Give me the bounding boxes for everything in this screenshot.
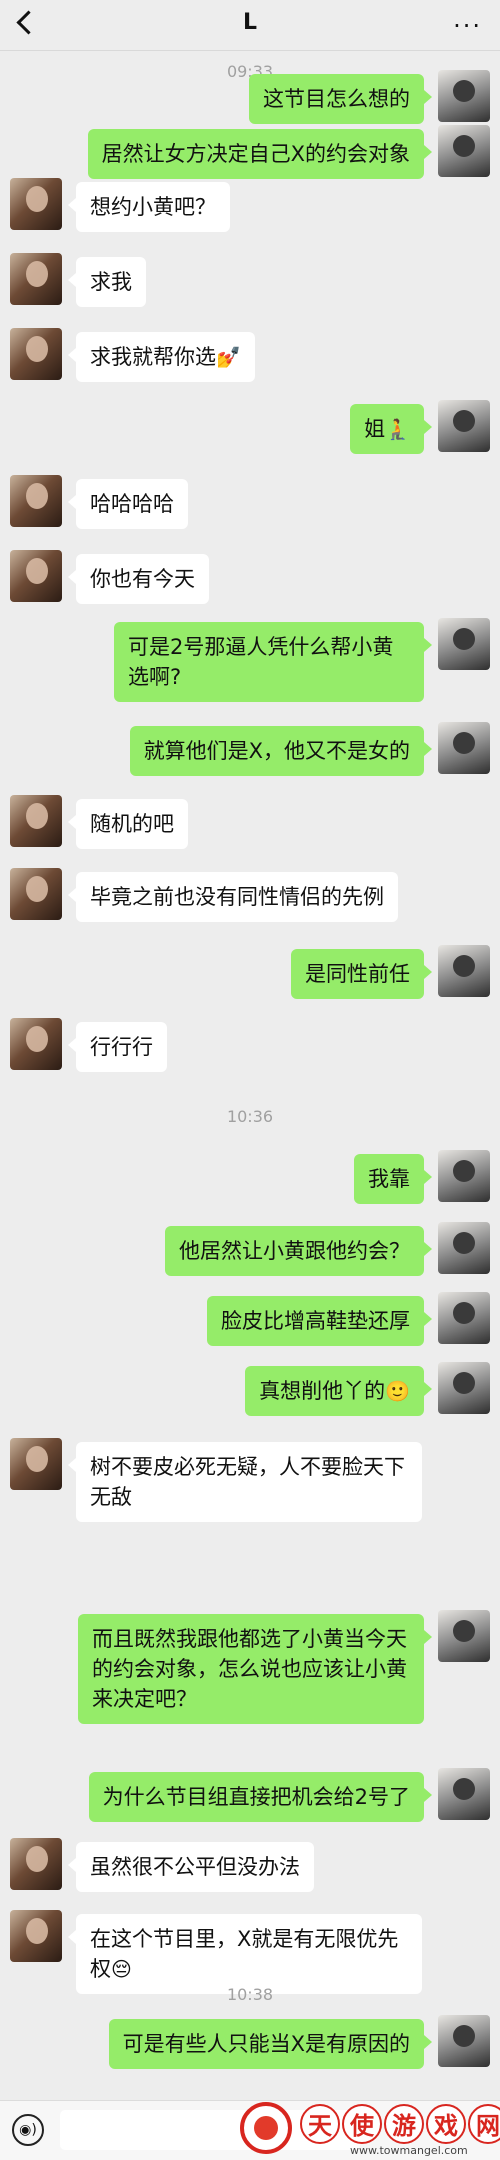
avatar-contact[interactable] [10, 1910, 62, 1962]
avatar-contact[interactable] [10, 1838, 62, 1890]
message-text: 姐 [364, 417, 386, 441]
chat-header: L ··· [0, 0, 500, 51]
message-bubble[interactable]: 就算他们是X，他又不是女的 [129, 726, 433, 776]
avatar-contact[interactable] [10, 475, 62, 527]
message-bubble[interactable]: 树不要皮必死无疑，人不要脸天下无敌 [68, 1442, 422, 1522]
watermark-char: 游 [384, 2104, 424, 2144]
message-bubble[interactable]: 毕竟之前也没有同性情侣的先例 [68, 872, 398, 922]
message-text: 真想削他丫的 [259, 1379, 386, 1403]
message-bubble[interactable]: 随机的吧 [68, 799, 188, 849]
avatar-contact[interactable] [10, 868, 62, 920]
message-bubble[interactable]: 可是有些人只能当X是有原因的 [108, 2019, 433, 2069]
avatar-contact[interactable] [10, 178, 62, 230]
watermark-url: www.towmangel.com [350, 2144, 468, 2157]
message-text: 在这个节目里，X就是有无限优先权 [90, 1927, 399, 1981]
avatar-contact[interactable] [10, 550, 62, 602]
message-bubble[interactable]: 为什么节目组直接把机会给2号了 [88, 1772, 433, 1822]
avatar-contact[interactable] [10, 1018, 62, 1070]
message-bubble[interactable]: 姐🧎 [350, 404, 432, 454]
message-bubble[interactable]: 你也有今天 [68, 554, 209, 604]
message-bubble[interactable]: 真想削他丫的🙂 [245, 1366, 432, 1416]
avatar-self[interactable] [438, 1150, 490, 1202]
message-bubble[interactable]: 求我 [68, 257, 146, 307]
watermark-char: 戏 [426, 2104, 466, 2144]
avatar-self[interactable] [438, 1362, 490, 1414]
avatar-self[interactable] [438, 618, 490, 670]
message-bubble[interactable]: 求我就帮你选💅 [68, 332, 255, 382]
watermark-char: 网 [468, 2104, 500, 2144]
kneeling-emoji: 🧎 [385, 417, 410, 441]
watermark-text: 天 使 游 戏 网 [300, 2104, 500, 2144]
message-bubble[interactable]: 是同性前任 [291, 949, 432, 999]
more-dots-icon[interactable]: ··· [453, 12, 482, 40]
avatar-self[interactable] [438, 1610, 490, 1662]
watermark-char: 使 [342, 2104, 382, 2144]
site-watermark: 天 使 游 戏 网 www.towmangel.com [240, 2098, 500, 2158]
watermark-logo-icon [240, 2102, 292, 2154]
watermark-char: 天 [300, 2104, 340, 2144]
nail-polish-emoji: 💅 [216, 345, 241, 369]
avatar-contact[interactable] [10, 328, 62, 380]
message-text: 求我就帮你选 [90, 345, 216, 369]
message-bubble[interactable]: 行行行 [68, 1022, 167, 1072]
avatar-self[interactable] [438, 945, 490, 997]
avatar-self[interactable] [438, 400, 490, 452]
avatar-self[interactable] [438, 70, 490, 122]
timestamp: 10:36 [226, 1107, 274, 1126]
avatar-self[interactable] [438, 125, 490, 177]
smile-emoji: 🙂 [385, 1379, 410, 1403]
pensive-emoji: 😔 [111, 1957, 132, 1981]
message-bubble[interactable]: 哈哈哈哈 [68, 479, 188, 529]
message-bubble[interactable]: 脸皮比增高鞋垫还厚 [207, 1296, 432, 1346]
message-bubble[interactable]: 我靠 [354, 1154, 432, 1204]
timestamp: 10:38 [226, 1985, 274, 2004]
message-bubble[interactable]: 这节目怎么想的 [249, 74, 432, 124]
message-bubble[interactable]: 可是2号那逼人凭什么帮小黄选啊? [114, 622, 432, 702]
avatar-self[interactable] [438, 722, 490, 774]
voice-icon[interactable]: ◉) [12, 2114, 44, 2146]
message-bubble[interactable]: 虽然很不公平但没办法 [68, 1842, 314, 1892]
avatar-self[interactable] [438, 1222, 490, 1274]
avatar-contact[interactable] [10, 253, 62, 305]
avatar-contact[interactable] [10, 795, 62, 847]
avatar-self[interactable] [438, 2015, 490, 2067]
message-bubble[interactable]: 居然让女方决定自己X的约会对象 [87, 129, 433, 179]
chat-title: L [242, 10, 258, 35]
avatar-contact[interactable] [10, 1438, 62, 1490]
message-bubble[interactable]: 想约小黄吧？ [68, 182, 230, 232]
message-bubble[interactable]: 而且既然我跟他都选了小黄当今天的约会对象，怎么说也应该让小黄来决定吧？ [78, 1614, 432, 1724]
avatar-self[interactable] [438, 1292, 490, 1344]
message-bubble[interactable]: 他居然让小黄跟他约会？ [165, 1226, 432, 1276]
message-bubble[interactable]: 在这个节目里，X就是有无限优先权😔 [68, 1914, 422, 1994]
message-list[interactable]: 09:33 这节目怎么想的 居然让女方决定自己X的约会对象 想约小黄吧？ 求我 … [0, 50, 500, 2100]
avatar-self[interactable] [438, 1768, 490, 1820]
